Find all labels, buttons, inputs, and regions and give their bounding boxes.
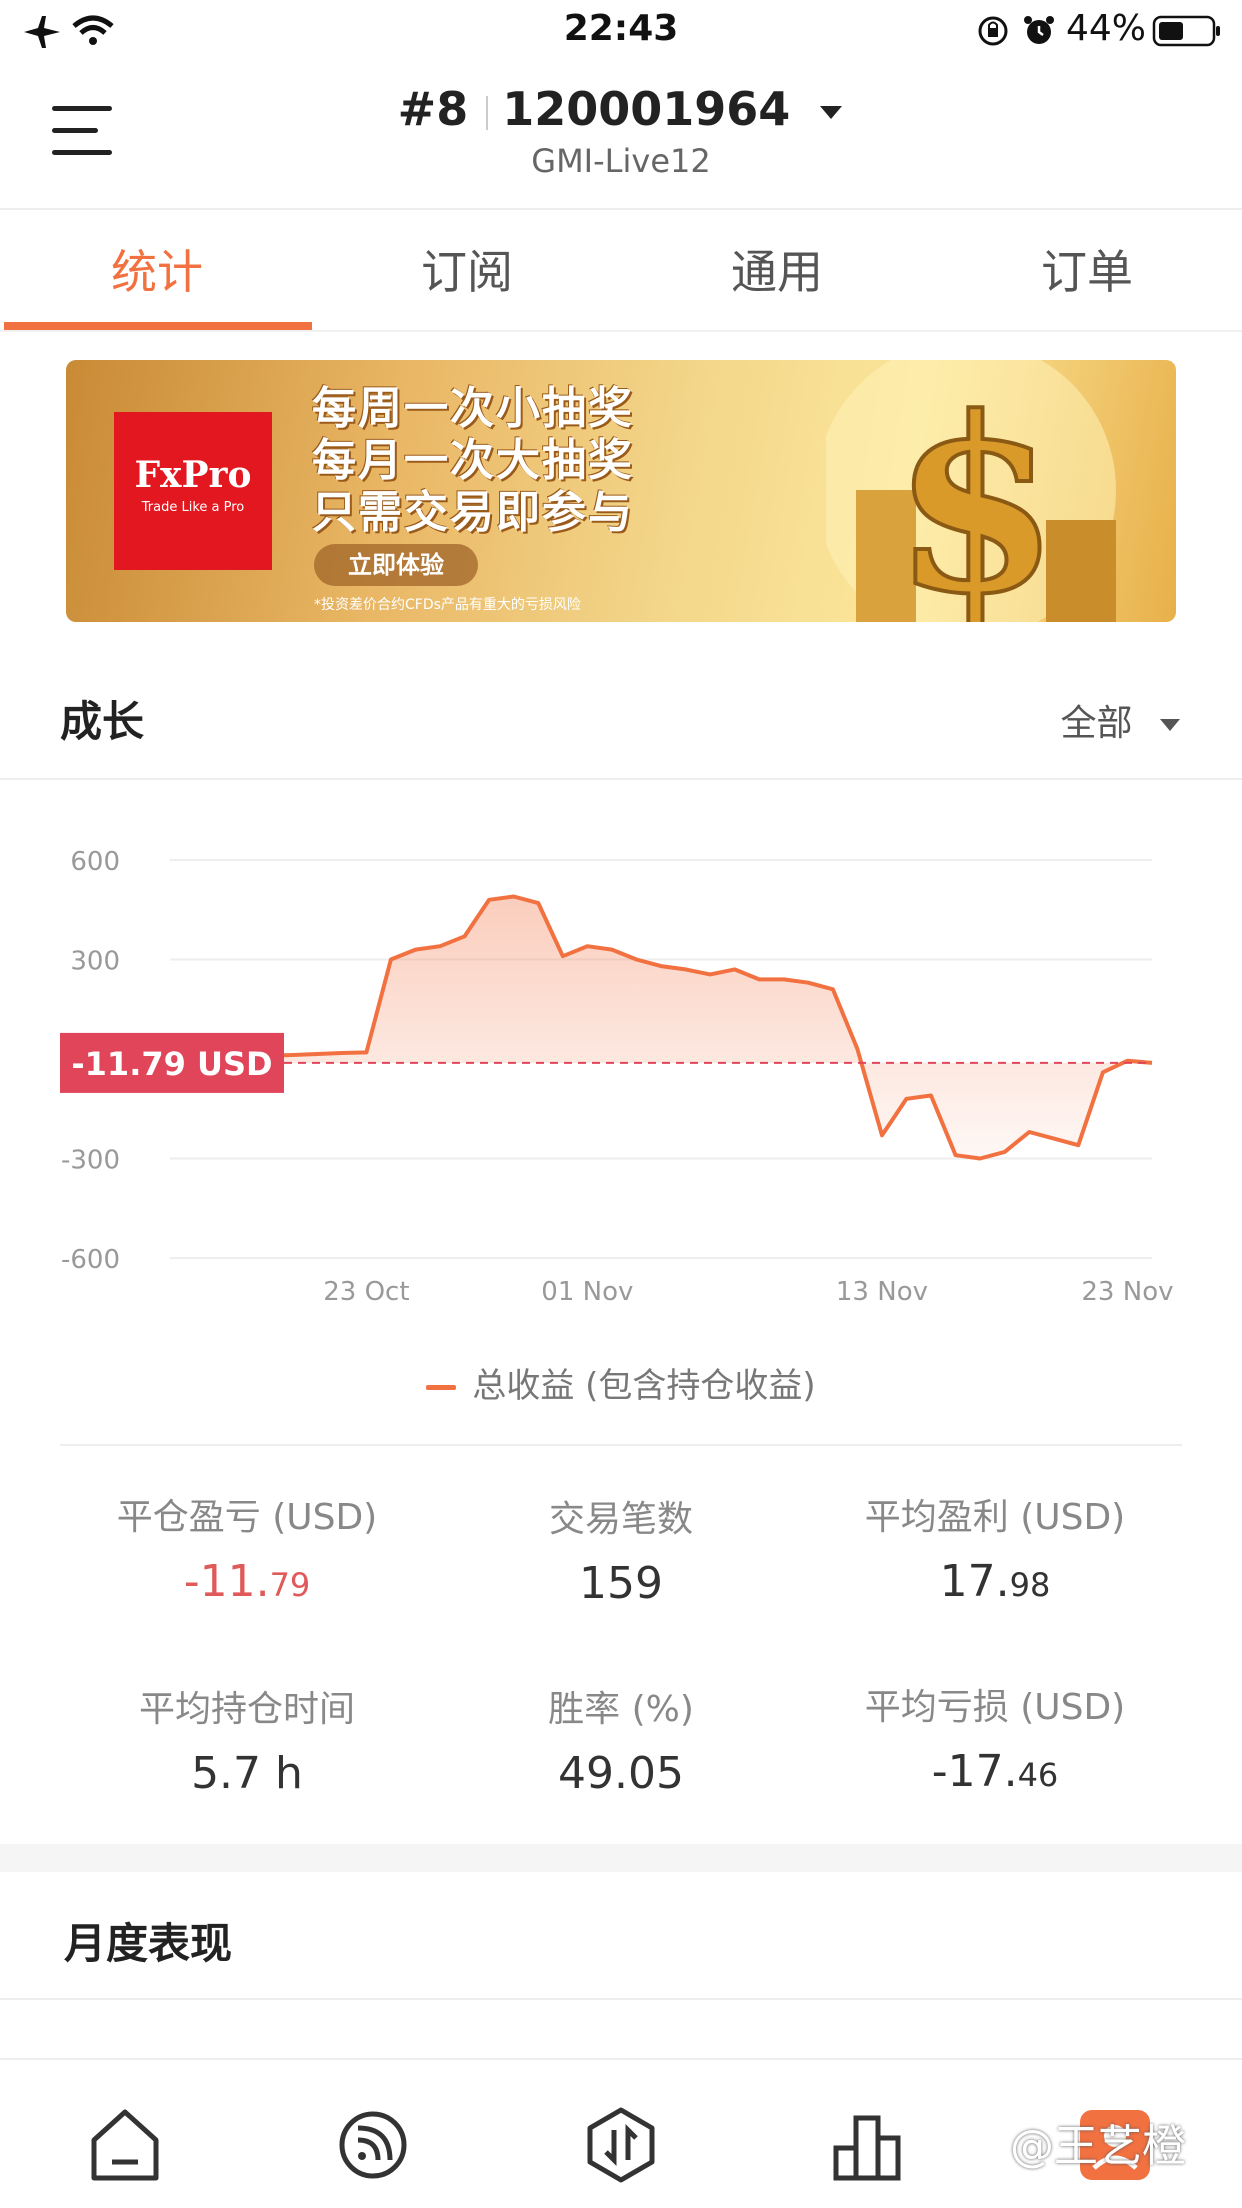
tab-indicator bbox=[4, 322, 312, 330]
chart-legend: 总收益 (包含持仓收益) bbox=[0, 1358, 1242, 1407]
tab-statistics[interactable]: 统计 bbox=[2, 236, 312, 302]
y-tick-label: -300 bbox=[61, 1146, 120, 1176]
y-tick-label: 600 bbox=[70, 847, 120, 877]
series-area bbox=[170, 896, 1152, 1159]
banner-cta-button[interactable]: 立即体验 bbox=[314, 544, 478, 586]
account-prefix: #8 bbox=[397, 82, 469, 136]
legend-swatch bbox=[426, 1385, 457, 1390]
win-rate-label: 胜率 (%) bbox=[548, 1689, 694, 1730]
closed-pl-label: 平仓盈亏 (USD) bbox=[116, 1497, 378, 1538]
avg-profit-label: 平均盈利 (USD) bbox=[864, 1497, 1126, 1538]
home-icon[interactable] bbox=[80, 2100, 170, 2190]
fxpro-logo: FxPro Trade Like a Pro bbox=[114, 412, 272, 570]
avg-loss-label: 平均亏损 (USD) bbox=[864, 1687, 1126, 1728]
legend-label: 总收益 (包含持仓收益) bbox=[472, 1366, 816, 1406]
ranking-icon[interactable] bbox=[822, 2100, 912, 2190]
account-separator bbox=[486, 95, 489, 130]
y-tick-label: 300 bbox=[70, 947, 120, 977]
x-tick-label: 23 Oct bbox=[323, 1277, 409, 1307]
section-divider bbox=[0, 1998, 1242, 2000]
growth-chart: 600 300 -300 -600 -11.79 USD 23 Oct 01 Nov 13 N… bbox=[60, 847, 1173, 1307]
avg-profit-value: 17.98 bbox=[939, 1556, 1051, 1607]
stats-divider bbox=[60, 1444, 1182, 1446]
watermark: @王艺橙 bbox=[1010, 2121, 1186, 2172]
battery-icon bbox=[1152, 14, 1222, 52]
x-tick-label: 23 Nov bbox=[1081, 1277, 1173, 1307]
feed-icon[interactable] bbox=[328, 2100, 418, 2190]
avg-hold-label: 平均持仓时间 bbox=[138, 1689, 355, 1730]
chevron-down-icon bbox=[820, 105, 843, 119]
win-rate-value: 49.05 bbox=[558, 1748, 684, 1799]
y-tick-label: -600 bbox=[61, 1245, 120, 1275]
trades-value: 159 bbox=[579, 1558, 663, 1609]
account-server: GMI-Live12 bbox=[531, 142, 711, 180]
avg-loss-value: -17.46 bbox=[931, 1746, 1059, 1797]
monthly-title: 月度表现 bbox=[64, 1919, 233, 1968]
chevron-down-icon bbox=[1160, 719, 1180, 731]
banner-disclaimer: *投资差价合约CFDs产品有重大的亏损风险 bbox=[314, 597, 581, 613]
trade-icon[interactable] bbox=[576, 2100, 666, 2190]
growth-title: 成长 bbox=[60, 697, 145, 746]
tab-orders[interactable]: 订单 bbox=[932, 236, 1242, 302]
x-tick-label: 01 Nov bbox=[541, 1277, 633, 1307]
avg-hold-value: 5.7 h bbox=[191, 1748, 303, 1799]
x-tick-label: 13 Nov bbox=[836, 1277, 928, 1307]
battery-percent: 44% bbox=[1065, 8, 1146, 49]
account-number: 120001964 bbox=[502, 82, 791, 136]
tab-divider bbox=[0, 330, 1242, 332]
section-divider bbox=[0, 778, 1242, 780]
trades-label: 交易笔数 bbox=[548, 1499, 693, 1540]
closed-pl-value: -11.79 bbox=[183, 1556, 311, 1607]
promo-banner[interactable]: FxPro Trade Like a Pro 每周一次小抽奖 每月一次大抽奖 只… bbox=[66, 360, 1176, 622]
dollar-coin-icon: $ bbox=[826, 360, 1116, 622]
svg-text:$: $ bbox=[893, 365, 1060, 622]
header-divider bbox=[0, 208, 1242, 210]
rotation-lock-icon bbox=[976, 14, 1010, 52]
account-selector[interactable]: #8 120001964 bbox=[0, 82, 1242, 136]
banner-line-3: 只需交易即参与 bbox=[312, 487, 634, 538]
alarm-icon bbox=[1022, 14, 1056, 52]
range-filter-label: 全部 bbox=[1060, 703, 1133, 744]
range-filter[interactable]: 全部 bbox=[1061, 694, 1182, 746]
tab-general[interactable]: 通用 bbox=[622, 236, 932, 302]
reference-label: -11.79 USD bbox=[71, 1045, 272, 1083]
bottom-nav-divider bbox=[0, 2058, 1242, 2060]
section-gap bbox=[0, 1844, 1242, 1872]
tab-subscribe[interactable]: 订阅 bbox=[312, 236, 622, 302]
